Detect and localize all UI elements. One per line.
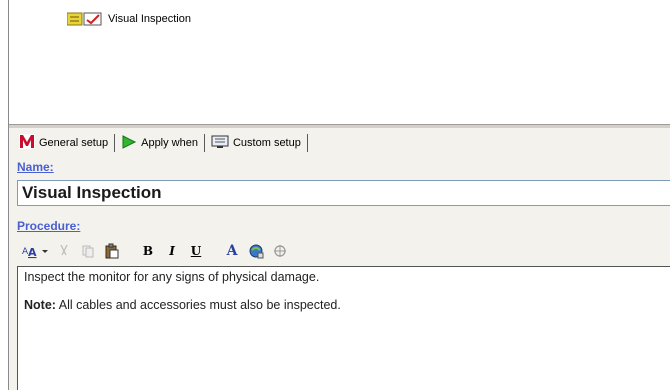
name-input[interactable] (17, 180, 670, 206)
note-text: All cables and accessories must also be … (55, 298, 341, 312)
formatting-toolbar: A A B I U A (21, 240, 291, 262)
checklist-icon (66, 12, 103, 26)
bold-button[interactable]: B (137, 241, 159, 261)
highlight-icon[interactable] (245, 241, 267, 261)
italic-button[interactable]: I (161, 241, 183, 261)
special-character-icon[interactable] (269, 241, 291, 261)
font-color-button[interactable]: A (221, 241, 243, 261)
copy-icon[interactable] (77, 241, 99, 261)
name-label: Name: (17, 160, 54, 174)
paste-icon[interactable] (101, 241, 123, 261)
checklist-window: Visual Inspection General setup Apply wh… (8, 0, 670, 390)
play-arrow-icon (121, 134, 137, 152)
tab-label: Apply when (141, 137, 198, 149)
monitor-icon (211, 135, 229, 152)
font-size-dropdown[interactable]: A A (21, 241, 51, 261)
tab-divider (306, 134, 308, 152)
tab-apply-when[interactable]: Apply when (117, 133, 202, 153)
tab-divider (114, 134, 116, 152)
procedure-note: Note: All cables and accessories must al… (24, 297, 665, 313)
procedure-label: Procedure: (17, 219, 81, 233)
note-label: Note: (24, 298, 56, 312)
m-logo-icon (19, 134, 35, 152)
tab-custom-setup[interactable]: Custom setup (207, 133, 305, 153)
svg-text:A: A (28, 246, 37, 259)
procedure-editor[interactable]: Inspect the monitor for any signs of phy… (17, 266, 670, 390)
tab-general-setup[interactable]: General setup (15, 133, 112, 153)
cut-icon[interactable] (53, 241, 75, 261)
tree-item-label: Visual Inspection (108, 13, 191, 25)
tree-item-visual-inspection[interactable]: Visual Inspection (66, 10, 191, 28)
setup-tabs: General setup Apply when Custom setup (15, 132, 310, 154)
checklist-tree[interactable]: Visual Inspection (9, 0, 670, 124)
setup-panel: General setup Apply when Custom setup Na… (9, 128, 670, 390)
underline-button[interactable]: U (185, 241, 207, 261)
tab-label: General setup (39, 137, 109, 149)
procedure-line: Inspect the monitor for any signs of phy… (24, 270, 320, 284)
tab-label: Custom setup (232, 137, 301, 149)
tab-divider (203, 134, 205, 152)
